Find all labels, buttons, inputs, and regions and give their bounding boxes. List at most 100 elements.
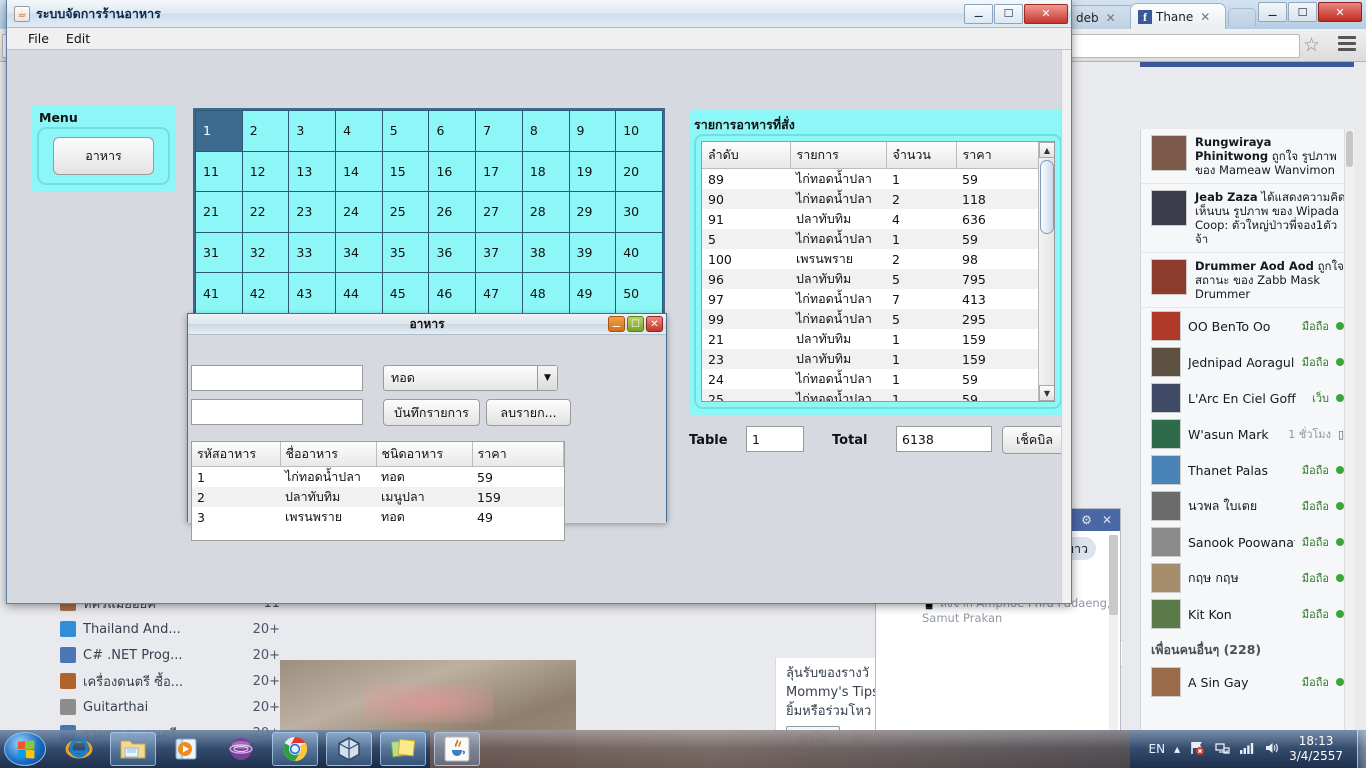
table-cell[interactable]: 1 xyxy=(195,110,243,152)
chevron-down-icon[interactable]: ▼ xyxy=(537,366,557,390)
signal-icon[interactable] xyxy=(1239,741,1255,758)
table-cell[interactable]: 37 xyxy=(475,231,523,274)
table-cell[interactable]: 11 xyxy=(195,150,243,193)
table-cell[interactable]: 43 xyxy=(288,272,337,314)
table-cell[interactable]: 20 xyxy=(615,150,663,193)
table-cell[interactable]: 34 xyxy=(335,231,383,274)
nav-item[interactable]: เครื่องดนตรี ซื้อ... 20+ xyxy=(60,668,280,694)
table-row[interactable]: 25 ไก่ทอดน้ำปลา 1 59 xyxy=(702,389,1054,401)
ticker-item[interactable]: Jeab Zaza ได้แสดงความคิดเห็นบน รูปภาพ ขอ… xyxy=(1141,184,1354,253)
table-cell[interactable]: 24 xyxy=(335,191,383,233)
order-table[interactable]: ลำดับ รายการ จำนวน ราคา 89 ไก่ทอดน้ำปลา … xyxy=(702,142,1054,401)
close-icon[interactable]: ✕ xyxy=(1106,11,1116,25)
table-cell[interactable]: 29 xyxy=(568,191,617,233)
browser-tab-1[interactable]: f Thane ✕ xyxy=(1130,3,1226,29)
close-button[interactable]: ✕ xyxy=(646,316,663,332)
chat-contact-row[interactable]: L'Arc En Ciel Goff เว็บ xyxy=(1141,380,1354,416)
table-cell[interactable]: 5 xyxy=(381,110,430,152)
chat-contact-row[interactable]: Thanet Palas มือถือ xyxy=(1141,452,1354,488)
chat-contact-row[interactable]: Sanook Poowanat มือถือ xyxy=(1141,524,1354,560)
table-cell[interactable]: 31 xyxy=(195,231,243,274)
minimize-button[interactable]: ⚊ xyxy=(964,3,993,24)
table-row[interactable]: 91 ปลาทับทิม 4 636 xyxy=(702,209,1054,229)
table-cell[interactable]: 16 xyxy=(428,150,477,193)
table-grid[interactable]: 1 2 3 4 5 6 7 8 9 10 11 12 13 14 15 16 1… xyxy=(195,110,663,314)
table-cell[interactable]: 7 xyxy=(475,110,523,152)
chat-contact-row[interactable]: Jednipad Aoragul มือถือ xyxy=(1141,344,1354,380)
table-cell[interactable]: 33 xyxy=(288,231,337,274)
chat-contact-row[interactable]: นวพล ใบเตย มือถือ xyxy=(1141,488,1354,524)
table-cell[interactable]: 14 xyxy=(335,150,383,193)
table-row[interactable]: 23 ปลาทับทิม 1 159 xyxy=(702,349,1054,369)
action-center-icon[interactable] xyxy=(1189,740,1205,759)
taskbar-nero[interactable] xyxy=(218,732,264,766)
table-row[interactable]: 24 ไก่ทอดน้ำปลา 1 59 xyxy=(702,369,1054,389)
table-cell[interactable]: 35 xyxy=(381,231,430,274)
new-tab-button[interactable] xyxy=(1228,8,1256,26)
table-cell[interactable]: 10 xyxy=(615,110,663,152)
food-col-code[interactable]: รหัสอาหาร xyxy=(192,442,281,467)
show-hidden-icons[interactable]: ▴ xyxy=(1174,742,1180,756)
table-cell[interactable]: 42 xyxy=(241,272,290,314)
nav-item[interactable]: C# .NET Prog... 20+ xyxy=(60,642,280,668)
bookmark-star-icon[interactable]: ☆ xyxy=(1303,34,1320,56)
table-number-input[interactable]: 1 xyxy=(746,426,804,452)
chat-contact-row[interactable]: OO BenTo Oo มือถือ xyxy=(1141,308,1354,344)
table-cell[interactable]: 26 xyxy=(428,191,477,233)
show-desktop-button[interactable] xyxy=(1357,730,1366,768)
table-cell[interactable]: 32 xyxy=(241,231,290,274)
table-cell[interactable]: 49 xyxy=(568,272,617,314)
table-row[interactable]: 21 ปลาทับทิม 1 159 xyxy=(702,329,1054,349)
ticker-item[interactable]: Drummer Aod Aod ถูกใจ สถานะ ของ Zabb Mas… xyxy=(1141,253,1354,308)
app-scrollbar[interactable] xyxy=(1061,50,1071,603)
table-cell[interactable]: 25 xyxy=(381,191,430,233)
table-cell[interactable]: 13 xyxy=(288,150,337,193)
menu-file[interactable]: File xyxy=(21,29,56,48)
table-cell[interactable]: 8 xyxy=(521,110,570,152)
table-cell[interactable]: 18 xyxy=(521,150,570,193)
chat-contact-row[interactable]: Kit Kon มือถือ xyxy=(1141,596,1354,632)
save-record-button[interactable]: บันทึกรายการ xyxy=(383,399,480,426)
taskbar-sticky-notes[interactable] xyxy=(380,732,426,766)
close-button[interactable]: ✕ xyxy=(1024,3,1068,24)
food-name-input[interactable] xyxy=(191,365,363,391)
table-cell[interactable]: 39 xyxy=(568,231,617,274)
table-cell[interactable]: 46 xyxy=(428,272,477,314)
food-type-select[interactable]: ทอด ▼ xyxy=(383,365,558,391)
table-row[interactable]: 99 ไก่ทอดน้ำปลา 5 295 xyxy=(702,309,1054,329)
table-row[interactable]: 96 ปลาทับทิม 5 795 xyxy=(702,269,1054,289)
sidebar-scrollbar[interactable] xyxy=(1344,129,1354,768)
ticker-item[interactable]: Rungwiraya Phinitwong ถูกใจ รูปภาพ ของ M… xyxy=(1141,129,1354,184)
food-menu-button[interactable]: อาหาร xyxy=(53,137,154,175)
nav-item[interactable]: Guitarthai 20+ xyxy=(60,694,280,720)
chat-scrollbar[interactable] xyxy=(1109,535,1118,755)
delete-record-button[interactable]: ลบรายก... xyxy=(486,399,571,426)
total-amount-input[interactable]: 6138 xyxy=(896,426,992,452)
maximize-button[interactable]: ☐ xyxy=(627,316,644,332)
table-row[interactable]: 100 เพรนพราย 2 98 xyxy=(702,249,1054,269)
minimize-button[interactable]: ⚊ xyxy=(608,316,625,332)
table-cell[interactable]: 38 xyxy=(521,231,570,274)
table-cell[interactable]: 28 xyxy=(521,191,570,233)
table-row[interactable]: 90 ไก่ทอดน้ำปลา 2 118 xyxy=(702,189,1054,209)
table-row[interactable]: 2 ปลาทับทิม เมนูปลา 159 xyxy=(192,487,564,507)
volume-icon[interactable] xyxy=(1264,741,1280,758)
chat-contact-row[interactable]: กฤษ กฤษ มือถือ xyxy=(1141,560,1354,596)
table-cell[interactable]: 15 xyxy=(381,150,430,193)
taskbar-java-app[interactable] xyxy=(434,732,480,766)
table-cell[interactable]: 9 xyxy=(568,110,617,152)
checkout-bill-button[interactable]: เช็คบิล xyxy=(1002,426,1067,454)
language-indicator[interactable]: EN xyxy=(1149,742,1166,756)
chrome-menu-icon[interactable] xyxy=(1338,36,1356,54)
table-row[interactable]: 97 ไก่ทอดน้ำปลา 7 413 xyxy=(702,289,1054,309)
table-row[interactable]: 89 ไก่ทอดน้ำปลา 1 59 xyxy=(702,169,1054,190)
table-cell[interactable]: 50 xyxy=(615,272,663,314)
table-cell[interactable]: 27 xyxy=(475,191,523,233)
table-cell[interactable]: 40 xyxy=(615,231,663,274)
close-button[interactable]: ✕ xyxy=(1318,2,1362,22)
table-cell[interactable]: 23 xyxy=(288,191,337,233)
order-col-seq[interactable]: ลำดับ xyxy=(702,142,791,169)
table-cell[interactable]: 48 xyxy=(521,272,570,314)
food-table[interactable]: รหัสอาหาร ชื่ออาหาร ชนิดอาหาร ราคา 1 ไก่… xyxy=(192,442,564,527)
order-col-qty[interactable]: จำนวน xyxy=(886,142,957,169)
